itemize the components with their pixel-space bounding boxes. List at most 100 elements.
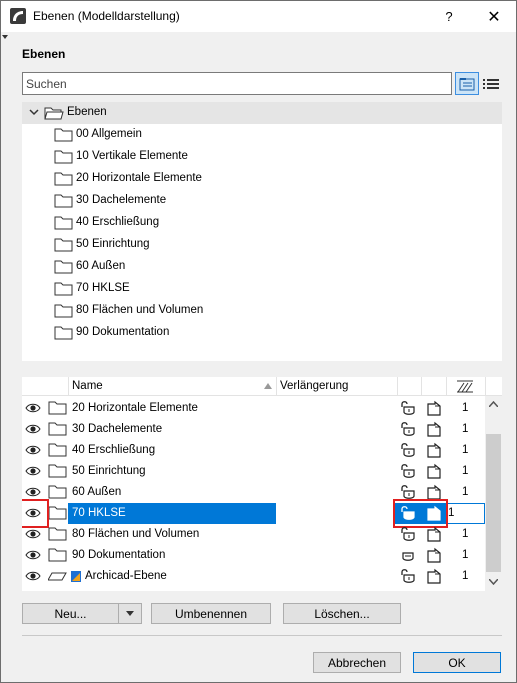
tree-item-label: 60 Außen — [76, 260, 126, 272]
tree-item-10[interactable]: 10 Vertikale Elemente — [22, 146, 502, 168]
tree-item-label: 70 HKLSE — [76, 282, 130, 294]
visibility-eye-icon[interactable] — [25, 528, 41, 543]
layer-name: 90 Dokumentation — [72, 549, 166, 561]
tree-item-20[interactable]: 20 Horizontale Elemente — [22, 168, 502, 190]
folder-icon — [48, 400, 68, 419]
scroll-down-icon[interactable] — [489, 579, 498, 585]
unlock-icon[interactable] — [399, 400, 417, 420]
cancel-button[interactable]: Abbrechen — [313, 652, 401, 673]
table-header: Name Verlängerung — [22, 377, 502, 396]
tree-item-60[interactable]: 60 Außen — [22, 256, 502, 278]
intersection-group-number: 1 — [462, 528, 469, 540]
visibility-eye-icon[interactable] — [25, 444, 41, 459]
layer-name: 60 Außen — [72, 486, 122, 498]
divider — [22, 635, 502, 636]
intersection-group-number: 1 — [462, 444, 469, 456]
folder-icon — [48, 442, 68, 461]
list-view-toggle-button[interactable] — [480, 72, 502, 95]
tree-item-label: 50 Einrichtung — [76, 238, 150, 250]
tree-item-40[interactable]: 40 Erschließung — [22, 212, 502, 234]
table-row[interactable]: 50 Einrichtung 1 — [22, 461, 485, 482]
wireframe-solid-icon[interactable] — [425, 547, 443, 567]
collapse-arrow-icon[interactable] — [2, 35, 8, 39]
tree-item-70[interactable]: 70 HKLSE — [22, 278, 502, 300]
unlock-icon[interactable] — [399, 463, 417, 483]
layer-table: Name Verlängerung 20 Horizontale Element… — [22, 377, 502, 591]
unlock-icon[interactable] — [399, 526, 417, 546]
search-input[interactable] — [22, 72, 452, 95]
delete-button[interactable]: Löschen... — [283, 603, 401, 624]
layer-name: 80 Flächen und Volumen — [72, 528, 200, 540]
column-header-extension[interactable]: Verlängerung — [280, 380, 348, 392]
table-row[interactable]: 40 Erschließung 1 — [22, 440, 485, 461]
tree-item-80[interactable]: 80 Flächen und Volumen — [22, 300, 502, 322]
new-layer-button[interactable]: Neu... — [22, 603, 119, 624]
rename-button[interactable]: Umbenennen — [151, 603, 271, 624]
table-row[interactable]: Archicad-Ebene 1 — [22, 566, 485, 587]
ok-button[interactable]: OK — [413, 652, 501, 673]
folder-icon — [48, 421, 68, 440]
vertical-scrollbar[interactable] — [485, 396, 502, 591]
folder-icon — [48, 547, 68, 566]
visibility-eye-icon[interactable] — [25, 549, 41, 564]
wireframe-solid-icon[interactable] — [425, 568, 443, 588]
column-header-name[interactable]: Name — [72, 380, 103, 392]
title-bar[interactable]: Ebenen (Modelldarstellung) ? ✕ — [1, 1, 516, 32]
intersection-group-number: 1 — [462, 465, 469, 477]
layer-name: 50 Einrichtung — [72, 465, 146, 477]
dropdown-arrow-icon — [126, 611, 134, 616]
chevron-down-icon[interactable] — [29, 107, 39, 117]
visibility-eye-icon[interactable] — [25, 465, 41, 480]
layer-name: 70 HKLSE — [72, 507, 126, 519]
table-row[interactable]: 90 Dokumentation 1 — [22, 545, 485, 566]
intersection-group-number: 1 — [462, 570, 469, 582]
unlock-icon[interactable] — [399, 568, 417, 588]
intersection-group-number: 1 — [448, 507, 455, 519]
tree-root-label: Ebenen — [67, 106, 107, 118]
close-button[interactable]: ✕ — [472, 1, 516, 32]
archicad-logo-icon — [71, 571, 81, 582]
layer-folder-tree: Ebenen 00 Allgemein 10 Vertikale Element… — [22, 102, 502, 361]
unlock-icon[interactable] — [399, 442, 417, 462]
table-row[interactable]: 80 Flächen und Volumen 1 — [22, 524, 485, 545]
sort-asc-icon — [264, 383, 272, 389]
folder-icon — [54, 194, 73, 208]
table-row[interactable]: 30 Dachelemente 1 — [22, 419, 485, 440]
folder-icon — [54, 216, 73, 230]
wireframe-solid-icon[interactable] — [425, 421, 443, 441]
tree-item-00[interactable]: 00 Allgemein — [22, 124, 502, 146]
wireframe-solid-icon[interactable] — [425, 526, 443, 546]
table-row[interactable]: 20 Horizontale Elemente 1 — [22, 398, 485, 419]
list-icon — [483, 78, 499, 89]
folder-icon — [54, 260, 73, 274]
archicad-app-icon — [10, 8, 26, 24]
wireframe-solid-icon[interactable] — [425, 463, 443, 483]
tree-view-toggle-button[interactable] — [455, 72, 479, 95]
tree-item-label: 90 Dokumentation — [76, 326, 170, 338]
new-layer-dropdown-button[interactable] — [118, 603, 142, 624]
visibility-eye-icon[interactable] — [25, 423, 41, 438]
tree-item-label: 30 Dachelemente — [76, 194, 167, 206]
layer-name: 30 Dachelemente — [72, 423, 163, 435]
lock-icon[interactable] — [399, 547, 417, 567]
wireframe-solid-icon[interactable] — [425, 442, 443, 462]
unlock-icon[interactable] — [399, 421, 417, 441]
folder-icon — [54, 238, 73, 252]
tree-item-label: 80 Flächen und Volumen — [76, 304, 204, 316]
folder-icon — [48, 526, 68, 545]
help-button[interactable]: ? — [427, 1, 471, 32]
wireframe-solid-icon[interactable] — [425, 400, 443, 420]
tree-item-90[interactable]: 90 Dokumentation — [22, 322, 502, 344]
layers-dialog: Ebenen (Modelldarstellung) ? ✕ Ebenen Eb… — [0, 0, 517, 683]
scroll-up-icon[interactable] — [489, 401, 498, 407]
visibility-eye-icon[interactable] — [25, 402, 41, 417]
scroll-thumb[interactable] — [486, 434, 501, 572]
tree-item-30[interactable]: 30 Dachelemente — [22, 190, 502, 212]
visibility-eye-icon[interactable] — [25, 570, 41, 585]
tree-item-50[interactable]: 50 Einrichtung — [22, 234, 502, 256]
intersection-group-number: 1 — [462, 423, 469, 435]
tree-item-label: 40 Erschließung — [76, 216, 160, 228]
folder-icon — [54, 128, 73, 142]
tree-root-ebenen[interactable]: Ebenen — [22, 102, 502, 124]
intersection-group-icon[interactable] — [456, 379, 474, 393]
